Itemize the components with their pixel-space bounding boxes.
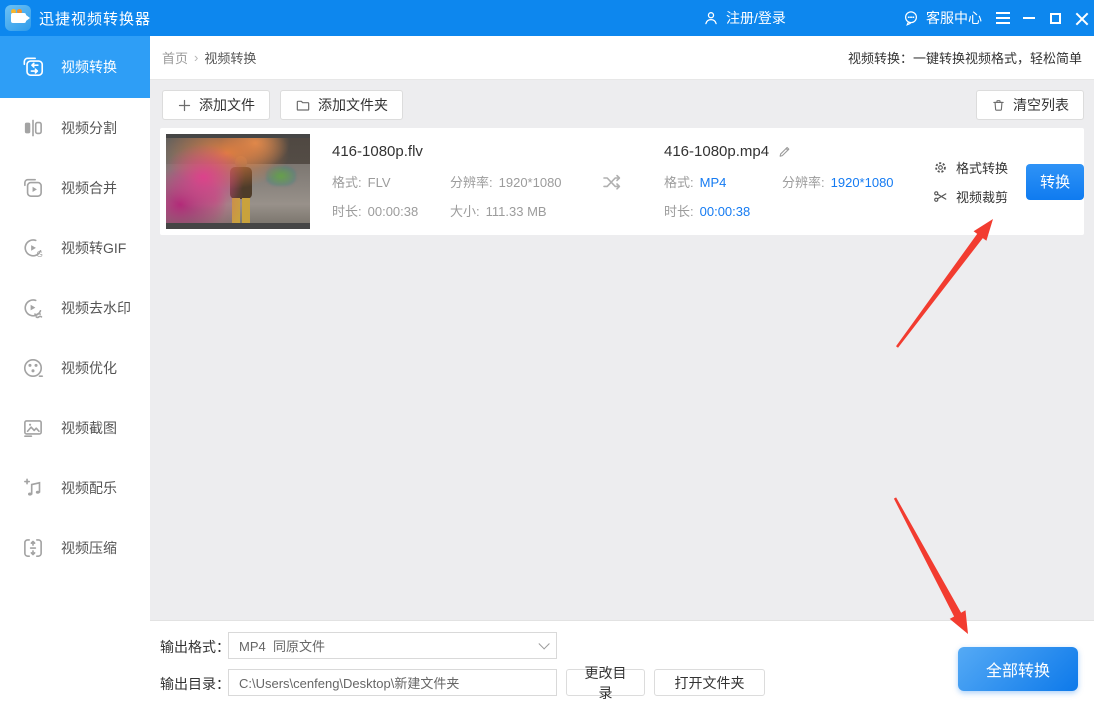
output-resolution-label: 分辨率: bbox=[782, 175, 825, 190]
video-music-icon bbox=[20, 475, 46, 501]
edit-name-icon[interactable] bbox=[777, 144, 792, 159]
source-size-label: 大小: bbox=[450, 204, 480, 219]
sidebar: 视频转换 视频分割 视频合并 G 视频转GIF 视频去水印 视频优化 视频截图 … bbox=[0, 36, 150, 710]
video-to-gif-icon: G bbox=[20, 235, 46, 261]
maximize-icon[interactable] bbox=[1042, 0, 1068, 36]
sidebar-item-remove-watermark[interactable]: 视频去水印 bbox=[0, 278, 150, 338]
output-file-info: 416-1080p.mp4 格式: MP4 分辨率: 1920*1080 时长: 00… bbox=[664, 143, 924, 220]
sidebar-item-label: 视频截图 bbox=[61, 420, 117, 436]
source-duration-label: 时长: bbox=[332, 204, 362, 219]
add-file-button[interactable]: 添加文件 bbox=[162, 90, 270, 120]
format-convert-label: 格式转换 bbox=[956, 160, 1009, 176]
output-format-field-label: 输出格式： bbox=[160, 639, 230, 655]
folder-icon bbox=[295, 97, 311, 113]
sidebar-item-video-music[interactable]: 视频配乐 bbox=[0, 458, 150, 518]
output-duration-value: 00:00:38 bbox=[699, 204, 751, 219]
person-icon bbox=[702, 9, 720, 27]
source-format-value: FLV bbox=[367, 175, 391, 190]
video-merge-icon bbox=[20, 175, 46, 201]
title-bar: 迅捷视频转换器 注册/登录 客服中心 bbox=[0, 0, 1094, 36]
source-size-value: 111.33 MB bbox=[485, 204, 547, 219]
change-dir-button[interactable]: 更改目录 bbox=[566, 665, 645, 701]
sidebar-item-video-convert[interactable]: 视频转换 bbox=[0, 36, 150, 98]
output-format-label: 格式: bbox=[664, 175, 694, 190]
row-actions: 格式转换 视频裁剪 bbox=[932, 158, 1016, 206]
sidebar-item-video-merge[interactable]: 视频合并 bbox=[0, 158, 150, 218]
output-resolution-value: 1920*1080 bbox=[830, 175, 894, 190]
toolbar: 添加文件 添加文件夹 清空列表 bbox=[162, 90, 1084, 120]
sidebar-item-label: 视频合并 bbox=[61, 180, 117, 196]
add-file-label: 添加文件 bbox=[199, 97, 255, 113]
support-center-button[interactable]: 客服中心 bbox=[902, 8, 982, 28]
breadcrumb-separator: › bbox=[194, 50, 199, 65]
login-button[interactable]: 注册/登录 bbox=[702, 8, 786, 28]
output-format-value: MP4 bbox=[699, 175, 727, 190]
convert-button[interactable]: 转换 bbox=[1026, 163, 1084, 200]
sidebar-item-video-screenshot[interactable]: 视频截图 bbox=[0, 398, 150, 458]
shuffle-arrows-icon bbox=[600, 170, 624, 194]
sidebar-item-label: 视频转换 bbox=[61, 59, 117, 75]
file-list-item: 416-1080p.flv 格式: FLV 分辨率: 1920*1080 时长: 00… bbox=[160, 128, 1084, 235]
video-optimize-icon bbox=[20, 355, 46, 381]
sidebar-item-video-to-gif[interactable]: G 视频转GIF bbox=[0, 218, 150, 278]
video-convert-icon bbox=[20, 54, 46, 80]
breadcrumb-current: 视频转换 bbox=[204, 51, 257, 66]
sidebar-item-label: 视频配乐 bbox=[61, 480, 117, 496]
sidebar-item-video-compress[interactable]: 视频压缩 bbox=[0, 518, 150, 578]
clear-list-label: 清空列表 bbox=[1013, 97, 1069, 113]
minimize-icon[interactable] bbox=[1016, 0, 1042, 36]
sidebar-item-label: 视频分割 bbox=[61, 120, 117, 136]
output-file-name: 416-1080p.mp4 bbox=[664, 143, 770, 160]
breadcrumb: 首页 › 视频转换 视频转换：一键转换视频格式，轻松简单 bbox=[150, 36, 1094, 80]
video-compress-icon bbox=[20, 535, 46, 561]
sidebar-item-label: 视频去水印 bbox=[61, 300, 131, 316]
window-controls bbox=[990, 0, 1094, 36]
format-convert-option[interactable]: 格式转换 bbox=[932, 158, 1016, 177]
video-split-icon bbox=[20, 115, 46, 141]
open-folder-button[interactable]: 打开文件夹 bbox=[654, 669, 765, 696]
output-settings-panel: 输出格式： MP4 同原文件 输出目录： 更改目录 打开文件夹 全部转换 bbox=[150, 620, 1094, 710]
video-screenshot-icon bbox=[20, 415, 46, 441]
support-label: 客服中心 bbox=[926, 10, 982, 26]
output-format-select[interactable]: MP4 同原文件 bbox=[228, 632, 557, 659]
chevron-down-icon bbox=[538, 637, 550, 650]
chat-bubble-icon bbox=[902, 9, 920, 27]
video-crop-label: 视频裁剪 bbox=[956, 189, 1009, 205]
output-format-selected-value: MP4 同原文件 bbox=[239, 639, 325, 654]
source-file-info: 416-1080p.flv 格式: FLV 分辨率: 1920*1080 时长: 00… bbox=[332, 143, 600, 220]
svg-text:G: G bbox=[36, 250, 42, 259]
video-thumbnail[interactable] bbox=[166, 134, 310, 229]
app-logo-icon bbox=[5, 5, 31, 31]
source-resolution-label: 分辨率: bbox=[450, 175, 493, 190]
trash-icon bbox=[991, 98, 1006, 113]
source-resolution-value: 1920*1080 bbox=[498, 175, 562, 190]
main-content: 首页 › 视频转换 视频转换：一键转换视频格式，轻松简单 添加文件 添加文件夹 bbox=[150, 36, 1094, 710]
convert-all-button[interactable]: 全部转换 bbox=[958, 647, 1078, 691]
source-duration-value: 00:00:38 bbox=[367, 204, 419, 219]
add-folder-button[interactable]: 添加文件夹 bbox=[280, 90, 403, 120]
breadcrumb-home[interactable]: 首页 bbox=[162, 48, 188, 67]
source-file-name: 416-1080p.flv bbox=[332, 143, 423, 160]
menu-icon[interactable] bbox=[990, 0, 1016, 36]
add-folder-label: 添加文件夹 bbox=[318, 97, 388, 113]
sidebar-item-label: 视频转GIF bbox=[61, 240, 127, 256]
page-tagline: 视频转换：一键转换视频格式，轻松简单 bbox=[847, 51, 1082, 66]
source-format-label: 格式: bbox=[332, 175, 362, 190]
video-crop-option[interactable]: 视频裁剪 bbox=[932, 187, 1016, 206]
sidebar-item-label: 视频压缩 bbox=[61, 540, 117, 556]
output-dir-field-label: 输出目录： bbox=[160, 676, 230, 692]
sidebar-item-video-optimize[interactable]: 视频优化 bbox=[0, 338, 150, 398]
output-dir-input[interactable] bbox=[228, 669, 557, 696]
clear-list-button[interactable]: 清空列表 bbox=[976, 90, 1084, 120]
plus-icon bbox=[177, 98, 192, 113]
scissors-icon bbox=[932, 188, 949, 205]
sidebar-item-video-split[interactable]: 视频分割 bbox=[0, 98, 150, 158]
sidebar-item-label: 视频优化 bbox=[61, 360, 117, 376]
output-duration-label: 时长: bbox=[664, 204, 694, 219]
remove-watermark-icon bbox=[20, 295, 46, 321]
app-title: 迅捷视频转换器 bbox=[39, 10, 152, 28]
close-icon[interactable] bbox=[1068, 0, 1094, 36]
gear-icon bbox=[932, 159, 949, 176]
login-label: 注册/登录 bbox=[726, 10, 786, 26]
